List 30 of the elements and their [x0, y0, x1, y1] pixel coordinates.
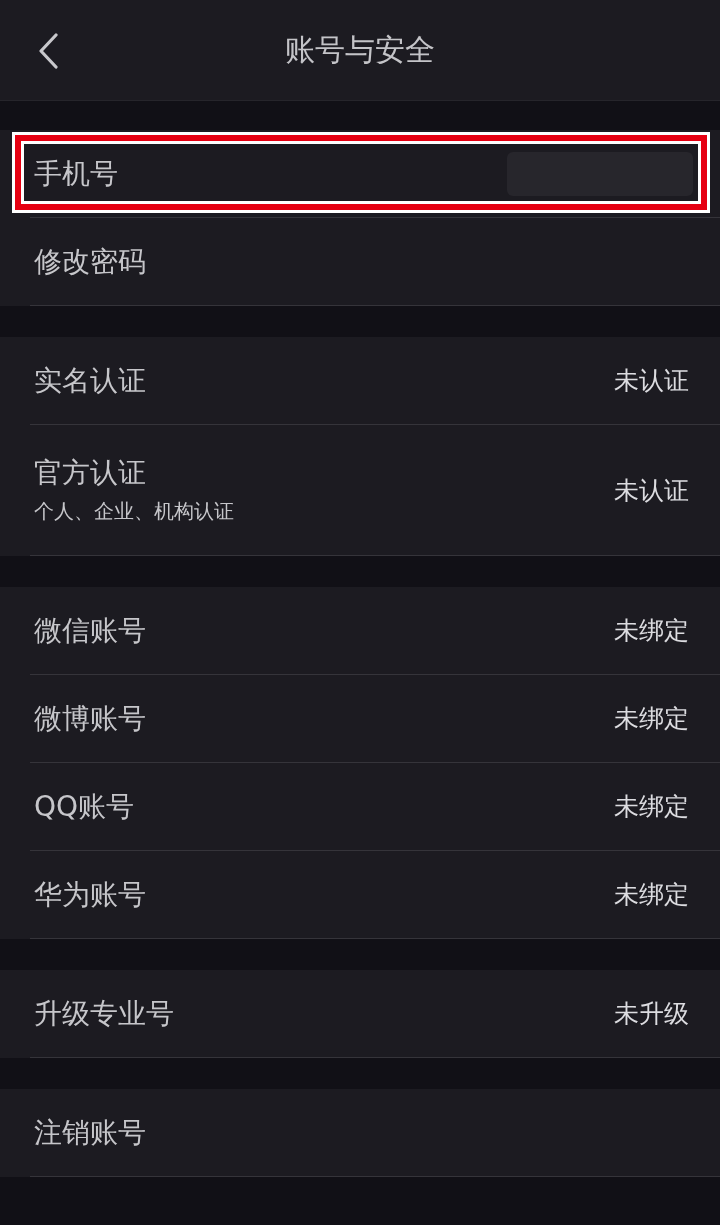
page-title: 账号与安全 — [285, 35, 435, 65]
status-value: 未绑定 — [614, 794, 689, 819]
row-label: 注销账号 — [34, 1118, 146, 1147]
status-value: 未升级 — [614, 1001, 689, 1026]
settings-row[interactable]: 注销账号 — [0, 1089, 720, 1177]
row-label: 微博账号 — [34, 704, 146, 733]
row-label: 升级专业号 — [34, 999, 174, 1028]
status-value: 未认证 — [614, 477, 689, 503]
settings-row[interactable]: 官方认证 个人、企业、机构认证 未认证 — [0, 425, 720, 556]
settings-row[interactable]: 修改密码 — [0, 218, 720, 306]
row-label: 手机号 — [34, 159, 118, 188]
row-subtitle: 个人、企业、机构认证 — [34, 501, 234, 521]
settings-row[interactable]: QQ账号 未绑定 — [0, 763, 720, 851]
status-value: 未绑定 — [614, 706, 689, 731]
settings-row[interactable]: 实名认证 未认证 — [0, 337, 720, 425]
row-label: 微信账号 — [34, 616, 146, 645]
status-value: 未认证 — [614, 368, 689, 393]
status-value: 未绑定 — [614, 618, 689, 643]
row-label: QQ账号 — [34, 792, 135, 821]
settings-row[interactable]: 手机号 — [0, 130, 720, 218]
back-chevron-icon — [38, 33, 58, 69]
status-value: 未绑定 — [614, 882, 689, 907]
row-label: 华为账号 — [34, 880, 146, 909]
settings-row[interactable]: 微信账号 未绑定 — [0, 587, 720, 675]
row-label: 实名认证 — [34, 366, 146, 395]
settings-row[interactable]: 升级专业号 未升级 — [0, 970, 720, 1058]
row-label: 修改密码 — [34, 247, 146, 276]
settings-row[interactable]: 微博账号 未绑定 — [0, 675, 720, 763]
settings-row[interactable]: 华为账号 未绑定 — [0, 851, 720, 939]
row-label: 官方认证 — [34, 459, 147, 487]
